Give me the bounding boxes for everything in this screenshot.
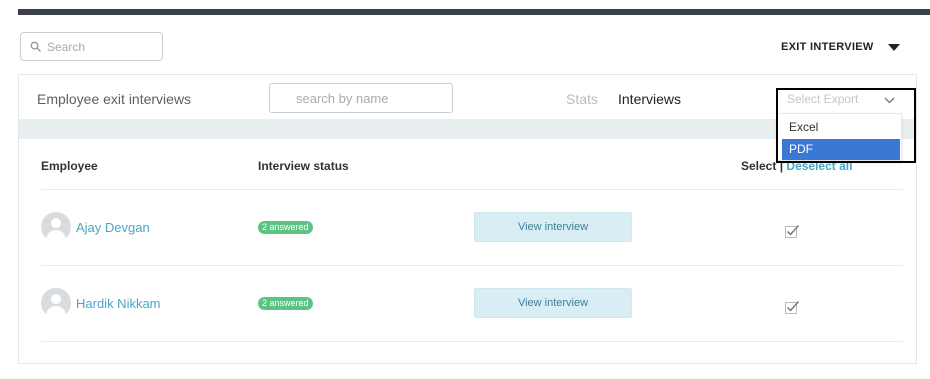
export-dropdown-menu: Excel PDF xyxy=(777,113,902,161)
table-header: Employee Interview status Select | Desel… xyxy=(41,139,903,190)
select-separator: | xyxy=(779,159,784,173)
panel-title: Employee exit interviews xyxy=(37,91,192,107)
status-badge: 2 answered xyxy=(258,221,313,234)
exit-interview-menu[interactable]: EXIT INTERVIEW xyxy=(781,38,900,56)
name-search-input[interactable] xyxy=(269,83,453,113)
employee-name-link[interactable]: Ajay Devgan xyxy=(76,220,150,235)
status-badge: 2 answered xyxy=(258,297,313,310)
table-row: Hardik Nikkam 2 answered View interview xyxy=(41,266,903,342)
deselect-all-link[interactable]: Deselect all xyxy=(786,159,852,173)
table-row: Ajay Devgan 2 answered View interview xyxy=(41,190,903,266)
export-option-excel[interactable]: Excel xyxy=(782,117,900,138)
top-search-box[interactable] xyxy=(20,32,163,61)
search-icon xyxy=(30,41,41,52)
top-bar xyxy=(18,9,930,15)
chevron-down-icon xyxy=(884,97,895,104)
top-search-input[interactable] xyxy=(47,39,157,54)
view-interview-button[interactable]: View interview xyxy=(474,288,632,318)
interviews-table: Employee Interview status Select | Desel… xyxy=(41,139,903,342)
tab-stats[interactable]: Stats xyxy=(566,91,598,107)
export-select[interactable]: Select Export xyxy=(779,87,909,111)
tab-interviews[interactable]: Interviews xyxy=(618,91,681,107)
header-select-controls: Select | Deselect all xyxy=(741,159,852,173)
select-all-link[interactable]: Select xyxy=(741,159,776,173)
checkbox-checked-icon[interactable] xyxy=(785,300,800,314)
header-interview-status: Interview status xyxy=(258,159,349,173)
checkbox-checked-icon[interactable] xyxy=(785,224,800,238)
view-interview-button[interactable]: View interview xyxy=(474,212,632,242)
avatar xyxy=(41,288,71,318)
employee-name-link[interactable]: Hardik Nikkam xyxy=(76,296,161,311)
avatar xyxy=(41,212,71,242)
export-option-pdf[interactable]: PDF xyxy=(782,139,900,160)
export-select-placeholder: Select Export xyxy=(787,92,859,106)
exit-interview-menu-label: EXIT INTERVIEW xyxy=(781,41,874,53)
header-employee: Employee xyxy=(41,159,98,173)
caret-down-icon xyxy=(887,43,900,51)
